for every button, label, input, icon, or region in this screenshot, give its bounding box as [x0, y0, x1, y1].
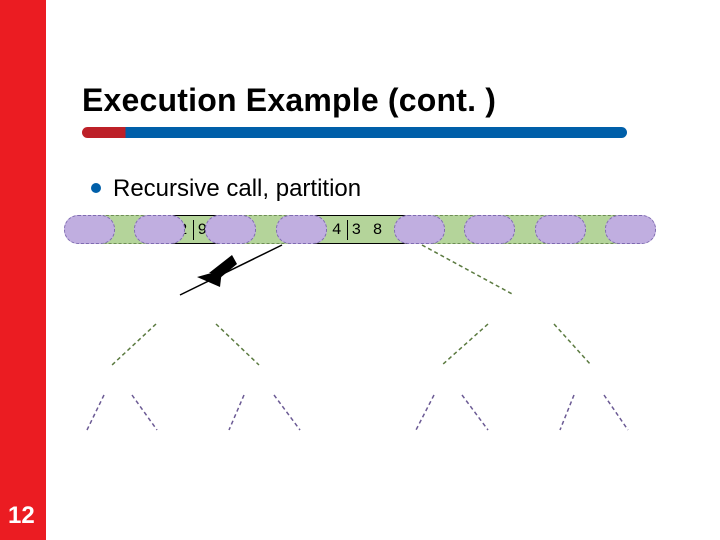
tree-leaf-2 [134, 215, 185, 244]
slide-title: Execution Example (cont. ) [82, 82, 496, 119]
page-number: 12 [8, 502, 35, 530]
partition-bar-icon [347, 220, 348, 240]
title-underline [82, 127, 627, 138]
slide: Execution Example (cont. ) Recursive cal… [0, 0, 720, 540]
tree-leaf-1 [64, 215, 115, 244]
tree-leaf-5 [394, 215, 445, 244]
tree-leaf-8 [605, 215, 656, 244]
tree-leaf-3 [205, 215, 256, 244]
bullet-icon [91, 183, 101, 193]
tree-leaf-4 [276, 215, 327, 244]
partition-bar-icon [193, 220, 194, 240]
bullet-text: Recursive call, partition [113, 175, 361, 203]
side-accent [0, 0, 46, 540]
merge-tree-diagram: 7 2 9 4 3 8 6 1 7 2 9 4 [64, 215, 684, 515]
tree-leaf-7 [535, 215, 586, 244]
tree-leaf-6 [464, 215, 515, 244]
tree-edges [64, 215, 684, 515]
